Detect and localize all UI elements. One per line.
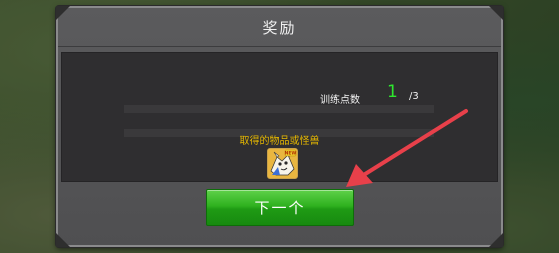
reward-caption: 取得的物品或怪兽 <box>239 136 320 147</box>
training-points-value: 1 <box>387 82 398 102</box>
monster-portrait-icon: NEW <box>268 149 297 178</box>
reward-content: 训练点数 1 /3 取得的物品或怪兽 NEW <box>61 52 498 182</box>
training-points-row: 训练点数 1 /3 <box>62 79 497 106</box>
header-divider <box>58 46 501 47</box>
dialog-header: 奖励 <box>58 8 501 46</box>
next-button[interactable]: 下一个 <box>206 189 354 226</box>
training-points-label: 训练点数 <box>320 95 360 106</box>
dialog-footer: 下一个 <box>61 181 498 242</box>
training-points-max: /3 <box>409 91 419 102</box>
reward-monster-icon[interactable]: NEW <box>267 148 298 179</box>
reward-dialog: 奖励 训练点数 1 /3 取得的物品或怪兽 NEW 下一个 <box>56 6 503 247</box>
dialog-title: 奖励 <box>262 18 297 37</box>
row-strip <box>124 105 434 113</box>
new-badge: NEW <box>285 151 297 157</box>
